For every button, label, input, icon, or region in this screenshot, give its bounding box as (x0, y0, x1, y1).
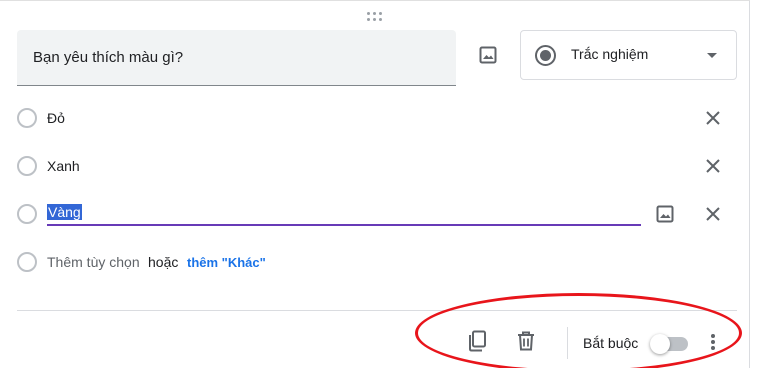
add-option-image-button[interactable] (653, 202, 677, 226)
trash-icon (518, 331, 534, 351)
option-row: Đỏ (0, 98, 750, 138)
content-copy-icon (469, 330, 486, 352)
duplicate-question-button[interactable] (465, 329, 489, 353)
question-title-text: Bạn yêu thích màu gì? (33, 49, 184, 66)
drag-handle-icon[interactable] (367, 12, 385, 24)
remove-option-button[interactable] (701, 202, 725, 226)
radio-unchecked-icon (17, 156, 37, 176)
option-selected-text: Vàng (47, 204, 82, 220)
footer-separator (567, 327, 568, 359)
required-toggle[interactable] (650, 334, 690, 354)
add-other-link[interactable]: thêm "Khác" (187, 255, 266, 270)
toggle-thumb (650, 334, 670, 354)
option-row: Xanh (0, 146, 750, 186)
required-label: Bắt buộc (583, 335, 639, 351)
option-label[interactable]: Xanh (47, 158, 80, 174)
image-icon (656, 205, 674, 223)
add-option-row: Thêm tùy chọn hoặc thêm "Khác" (0, 242, 750, 282)
question-title-field[interactable]: Bạn yêu thích màu gì? (17, 30, 456, 86)
image-icon (479, 46, 497, 64)
add-option-link[interactable]: Thêm tùy chọn (47, 254, 140, 270)
more-options-button[interactable] (701, 330, 725, 354)
radio-unchecked-icon (17, 204, 37, 224)
radio-unchecked-icon (17, 252, 37, 272)
option-row-editing: Vàng (0, 194, 750, 234)
remove-option-button[interactable] (701, 154, 725, 178)
close-icon (706, 159, 720, 173)
delete-question-button[interactable] (514, 329, 538, 353)
question-type-dropdown[interactable]: Trắc nghiệm (520, 30, 737, 80)
footer-divider (17, 310, 737, 311)
close-icon (706, 111, 720, 125)
more-vert-icon (711, 334, 715, 350)
radio-checked-icon (535, 45, 556, 66)
option-edit-input[interactable]: Vàng (47, 198, 641, 226)
radio-unchecked-icon (17, 108, 37, 128)
question-card: Bạn yêu thích màu gì? Trắc nghiệm Đỏ Xan… (0, 0, 750, 368)
option-label[interactable]: Đỏ (47, 110, 65, 126)
arrow-drop-down-icon (707, 53, 717, 58)
card-top-border (0, 0, 750, 1)
or-text: hoặc (148, 254, 179, 270)
remove-option-button[interactable] (701, 106, 725, 130)
add-question-image-button[interactable] (476, 43, 500, 67)
close-icon (706, 207, 720, 221)
question-type-label: Trắc nghiệm (571, 46, 649, 62)
